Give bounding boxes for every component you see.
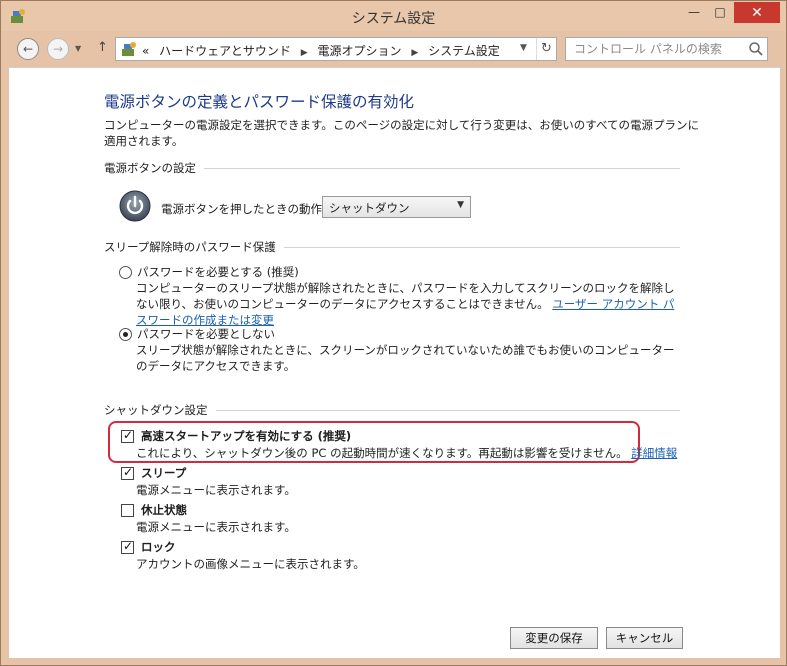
page-title: 電源ボタンの定義とパスワード保護の有効化 bbox=[104, 93, 415, 111]
radio-button[interactable] bbox=[119, 328, 132, 341]
section-title: シャットダウン設定 bbox=[104, 403, 208, 417]
chevron-down-icon: ▼ bbox=[457, 200, 464, 210]
divider bbox=[283, 246, 680, 248]
cancel-button[interactable]: キャンセル bbox=[606, 627, 683, 649]
refresh-button[interactable]: ↻ bbox=[536, 38, 556, 60]
checkbox-sleep[interactable]: スリープ bbox=[121, 465, 186, 481]
save-changes-button[interactable]: 変更の保存 bbox=[510, 627, 598, 649]
search-box bbox=[565, 37, 768, 61]
section-title: 電源ボタンの設定 bbox=[104, 161, 196, 175]
radio-button[interactable] bbox=[119, 266, 132, 279]
checkbox-label: ロック bbox=[141, 540, 176, 554]
address-bar[interactable]: « ハードウェアとサウンド ▶ 電源オプション ▶ システム設定 ▼ ↻ bbox=[115, 37, 557, 61]
divider bbox=[204, 167, 680, 169]
recent-locations-button[interactable]: ▼ bbox=[75, 44, 81, 53]
radio-label: パスワードを必要とする (推奨) bbox=[137, 265, 299, 279]
page-description: コンピューターの電源設定を選択できます。このページの設定に対して行う変更は、お使… bbox=[104, 118, 700, 148]
section-shutdown: シャットダウン設定 bbox=[104, 402, 680, 418]
address-dropdown-icon[interactable]: ▼ bbox=[520, 43, 527, 53]
power-icon bbox=[119, 190, 151, 222]
window-title: システム設定 bbox=[351, 11, 436, 27]
checkbox-label: 休止状態 bbox=[141, 503, 187, 517]
checkbox[interactable] bbox=[121, 503, 134, 517]
minimize-button[interactable]: — bbox=[681, 2, 707, 22]
radio-require-password[interactable]: パスワードを必要とする (推奨) bbox=[119, 264, 299, 280]
learn-more-link[interactable]: 詳細情報 bbox=[631, 446, 677, 460]
no-password-description: スリープ状態が解除されたときに、スクリーンがロックされていないため誰でもお使いの… bbox=[136, 343, 675, 373]
checkbox[interactable] bbox=[121, 428, 134, 443]
checkbox-fast-startup[interactable]: 高速スタートアップを有効にする (推奨) bbox=[121, 428, 351, 444]
breadcrumb: « ハードウェアとサウンド ▶ 電源オプション ▶ システム設定 bbox=[142, 42, 506, 59]
control-panel-icon bbox=[122, 42, 136, 56]
close-button[interactable]: ✕ bbox=[734, 2, 780, 23]
breadcrumb-separator-icon[interactable]: ▶ bbox=[301, 48, 308, 58]
fast-startup-description: これにより、シャットダウン後の PC の起動時間が速くなります。再起動は影響を受… bbox=[136, 445, 677, 461]
maximize-button[interactable]: □ bbox=[707, 2, 733, 22]
lock-description: アカウントの画像メニューに表示されます。 bbox=[136, 557, 365, 571]
radio-no-password[interactable]: パスワードを必要としない bbox=[119, 326, 275, 342]
section-title: スリープ解除時のパスワード保護 bbox=[104, 240, 276, 254]
power-button-action-label: 電源ボタンを押したときの動作: bbox=[161, 202, 326, 216]
content-pane: 電源ボタンの定義とパスワード保護の有効化 コンピューターの電源設定を選択できます… bbox=[9, 67, 780, 658]
checkbox[interactable] bbox=[121, 465, 134, 480]
search-icon[interactable] bbox=[748, 41, 764, 57]
back-button[interactable]: ← bbox=[17, 38, 39, 60]
radio-label: パスワードを必要としない bbox=[137, 327, 275, 341]
checkbox-hibernate[interactable]: 休止状態 bbox=[121, 502, 187, 518]
breadcrumb-overflow[interactable]: « bbox=[142, 44, 149, 58]
breadcrumb-item-hardware-sound[interactable]: ハードウェアとサウンド bbox=[159, 44, 291, 58]
description-text: これにより、シャットダウン後の PC の起動時間が速くなります。再起動は影響を受… bbox=[136, 446, 628, 460]
breadcrumb-separator-icon[interactable]: ▶ bbox=[411, 48, 418, 58]
checkbox-lock[interactable]: ロック bbox=[121, 539, 176, 555]
breadcrumb-item-power-options[interactable]: 電源オプション bbox=[318, 44, 402, 58]
checkbox-label: スリープ bbox=[141, 466, 187, 480]
require-password-description: コンピューターのスリープ状態が解除されたときに、パスワードを入力してスクリーンの… bbox=[136, 280, 676, 328]
selected-value: シャットダウン bbox=[329, 201, 410, 215]
power-button-action-select[interactable]: シャットダウン ▼ bbox=[322, 196, 471, 218]
checkbox[interactable] bbox=[121, 539, 134, 554]
sleep-description: 電源メニューに表示されます。 bbox=[136, 483, 296, 497]
forward-button[interactable]: → bbox=[47, 38, 69, 60]
divider bbox=[215, 409, 680, 411]
search-input[interactable] bbox=[566, 38, 742, 60]
title-bar: システム設定 — □ ✕ bbox=[1, 1, 786, 31]
checkbox-label: 高速スタートアップを有効にする (推奨) bbox=[141, 429, 352, 443]
navigation-bar: ← → ▼ ↑ « ハードウェアとサウンド ▶ 電源オプション ▶ システム設定… bbox=[7, 32, 780, 66]
up-button[interactable]: ↑ bbox=[97, 40, 108, 55]
hibernate-description: 電源メニューに表示されます。 bbox=[136, 520, 296, 534]
window: システム設定 — □ ✕ ← → ▼ ↑ « ハードウェアとサウンド ▶ 電源オ… bbox=[0, 0, 787, 666]
section-power-button: 電源ボタンの設定 bbox=[104, 160, 680, 176]
breadcrumb-item-system-settings[interactable]: システム設定 bbox=[428, 44, 500, 58]
section-wake-password: スリープ解除時のパスワード保護 bbox=[104, 239, 680, 255]
